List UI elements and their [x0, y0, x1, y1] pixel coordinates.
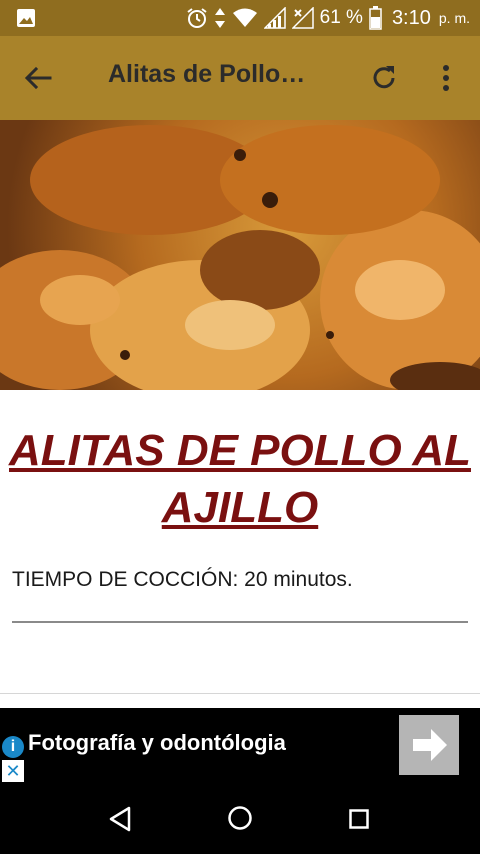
arrow-right-icon [413, 729, 447, 761]
recipe-photo [0, 120, 480, 390]
signal-x-icon [291, 7, 314, 29]
cook-time-text: TIEMPO DE COCCIÓN: 20 minutos. [12, 568, 353, 591]
navigation-bar [0, 782, 480, 854]
nav-home-icon[interactable] [227, 805, 253, 831]
clock-ampm: p. m. [438, 10, 470, 26]
battery-percent: 61 % [319, 7, 363, 28]
app-title: Alitas de Pollo… [108, 60, 306, 88]
data-arrows-icon [214, 8, 225, 28]
ad-arrow-button[interactable] [399, 715, 459, 775]
clock-time: 3:10 [391, 6, 431, 29]
recipe-title: ALITAS DE POLLO AL AJILLO [0, 422, 480, 536]
divider [12, 621, 468, 623]
divider [0, 693, 480, 694]
ad-text[interactable]: Fotografía y odontólogia [28, 730, 286, 756]
info-icon[interactable]: i [2, 736, 24, 758]
nav-back-icon[interactable] [108, 806, 132, 832]
image-icon [17, 9, 35, 27]
ad-banner[interactable]: i ✕ Fotografía y odontólogia [0, 708, 480, 782]
battery-icon [369, 6, 382, 30]
recipe-title-line2: AJILLO [161, 483, 319, 532]
wifi-icon [232, 8, 257, 27]
app-bar: Alitas de Pollo… [0, 36, 480, 120]
recipe-title-line1: ALITAS DE POLLO AL [9, 426, 471, 475]
signal-icon [263, 7, 286, 29]
refresh-icon[interactable] [368, 62, 400, 94]
back-arrow-icon[interactable] [22, 62, 54, 94]
close-icon[interactable]: ✕ [2, 760, 24, 782]
alarm-icon [187, 8, 207, 28]
status-bar: 61 % 3:10 p. m. [0, 0, 480, 36]
more-vert-icon[interactable] [434, 62, 458, 94]
nav-recent-icon[interactable] [349, 809, 369, 829]
